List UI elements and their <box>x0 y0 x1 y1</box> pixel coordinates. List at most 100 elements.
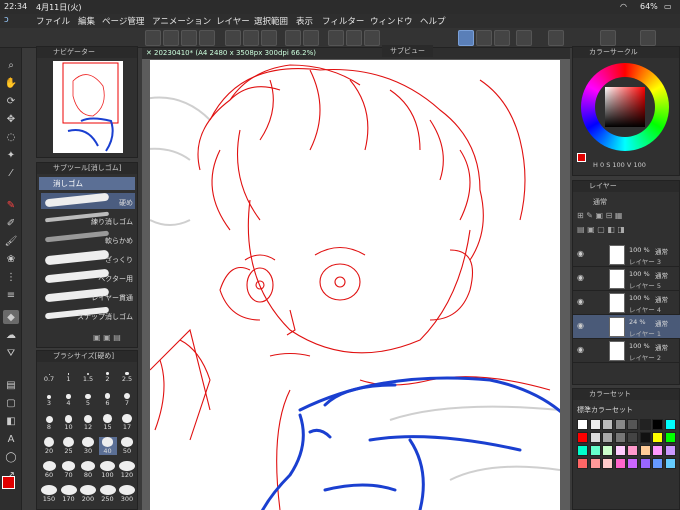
eye-icon[interactable]: ◉ <box>577 321 584 330</box>
undo-icon[interactable] <box>285 30 301 46</box>
brush-size-option[interactable]: 80 <box>79 461 97 479</box>
color-swatch[interactable] <box>577 445 588 456</box>
import-icon[interactable] <box>243 30 259 46</box>
menu-page[interactable]: ページ管理 <box>102 15 144 27</box>
color-swatch[interactable] <box>627 458 638 469</box>
gradient-tool-icon[interactable]: ▤ <box>3 378 19 392</box>
color-swatch[interactable] <box>614 458 626 469</box>
eye-icon[interactable]: ◉ <box>577 297 584 306</box>
color-swatch[interactable] <box>639 419 651 430</box>
brush-size-option[interactable]: 12 <box>79 413 97 431</box>
device-icon[interactable] <box>516 30 532 46</box>
layer-row[interactable]: ◉ 100 % 通常 レイヤー 4 <box>573 291 680 315</box>
brush-size-option[interactable]: 8 <box>40 413 58 431</box>
main-color-swatch[interactable] <box>2 476 15 489</box>
layer-row[interactable]: ◉ 100 % 通常 レイヤー 2 <box>573 339 680 363</box>
pencil-tool-icon[interactable]: ✐ <box>3 216 19 230</box>
saturation-value-square[interactable] <box>605 87 645 127</box>
decoration-tool-icon[interactable]: ❀ <box>3 252 19 266</box>
brush-size-option[interactable]: 10 <box>60 413 78 431</box>
brush-size-option[interactable]: 7 <box>118 389 136 407</box>
layer-actions-icon[interactable]: ▤ ▣ ▢ ◧ ◨ <box>577 225 625 234</box>
eye-icon[interactable]: ◉ <box>577 249 584 258</box>
color-swatch[interactable] <box>589 432 601 443</box>
color-swatch[interactable] <box>627 445 638 456</box>
menu-edit[interactable]: 編集 <box>78 15 95 27</box>
color-swatch[interactable] <box>614 432 626 443</box>
subview-tab[interactable]: サブビュー <box>382 45 433 57</box>
color-swatch[interactable] <box>602 432 613 443</box>
hand-tool-icon[interactable]: ✋ <box>3 76 19 90</box>
export-icon[interactable] <box>225 30 241 46</box>
lasso-tool-icon[interactable]: ◌ <box>3 130 19 144</box>
color-swatch[interactable] <box>639 445 651 456</box>
new-file-icon[interactable] <box>163 30 179 46</box>
brush-size-option[interactable]: 4 <box>60 389 78 407</box>
brush-size-option[interactable]: 30 <box>79 437 97 455</box>
color-swatch[interactable] <box>614 445 626 456</box>
brush-size-option[interactable]: 200 <box>79 485 97 503</box>
color-swatch[interactable] <box>602 458 613 469</box>
brush-size-option[interactable]: 1 <box>60 365 78 383</box>
menu-view[interactable]: 表示 <box>296 15 313 27</box>
color-swatch[interactable] <box>639 432 651 443</box>
airbrush-tool-icon[interactable]: ⋮ <box>3 270 19 284</box>
color-swatch[interactable] <box>577 458 588 469</box>
brush-size-option[interactable]: 2.5 <box>118 365 136 383</box>
color-swatch[interactable] <box>614 419 626 430</box>
subtool-item-through-layer[interactable]: レイヤー貫通 <box>41 287 135 304</box>
menu-help[interactable]: ヘルプ <box>420 15 446 27</box>
open-file-icon[interactable] <box>181 30 197 46</box>
brush-size-option[interactable]: 2 <box>99 365 117 383</box>
color-swatch[interactable] <box>589 458 601 469</box>
color-swatch[interactable] <box>664 445 676 456</box>
figure-tool-icon[interactable]: ▢ <box>3 396 19 410</box>
eye-icon[interactable]: ◉ <box>577 273 584 282</box>
panel-collapse-icon[interactable] <box>600 30 616 46</box>
brush-size-option[interactable]: 3 <box>40 389 58 407</box>
save-icon[interactable] <box>199 30 215 46</box>
brush-tool-icon[interactable]: 🖌 <box>3 234 19 248</box>
brush-size-option[interactable]: 6 <box>99 389 117 407</box>
share-icon[interactable] <box>261 30 277 46</box>
menu-window[interactable]: ウィンドウ <box>370 15 413 27</box>
subtool-item-kneaded[interactable]: 練り消しゴム <box>41 211 135 228</box>
magic-wand-icon[interactable]: ✦ <box>3 148 19 162</box>
color-swatch[interactable] <box>627 419 638 430</box>
eraser-tool-icon[interactable]: ◆ <box>3 310 19 324</box>
color-swatch[interactable] <box>652 419 663 430</box>
zoom-tool-icon[interactable]: ⌕ <box>3 58 19 72</box>
subtool-item-hard[interactable]: 硬め <box>41 192 135 209</box>
pattern-tool-icon[interactable]: ≡ <box>3 288 19 302</box>
ruler-icon[interactable] <box>476 30 492 46</box>
text-tool-icon[interactable]: A <box>3 432 19 446</box>
subtool-item-soft[interactable]: 軟らかめ <box>41 230 135 247</box>
hamburger-icon[interactable] <box>145 30 161 46</box>
grid-icon[interactable] <box>494 30 510 46</box>
color-swatch[interactable] <box>652 458 663 469</box>
brush-size-option[interactable]: 20 <box>40 437 58 455</box>
subtool-group-eraser[interactable]: 消しゴム <box>39 177 135 190</box>
brush-size-option[interactable]: 150 <box>40 485 58 503</box>
redo-icon[interactable] <box>303 30 319 46</box>
color-swatch[interactable] <box>577 432 588 443</box>
hue-ring[interactable] <box>581 63 669 151</box>
main-color-chip[interactable] <box>577 153 586 162</box>
color-swatch[interactable] <box>589 445 601 456</box>
color-swatch[interactable] <box>652 445 663 456</box>
brush-size-option[interactable]: 25 <box>60 437 78 455</box>
brush-size-option[interactable]: 300 <box>118 485 136 503</box>
menu-file[interactable]: ファイル <box>36 15 70 27</box>
transform-icon[interactable] <box>346 30 362 46</box>
collapse-chevron-icon[interactable] <box>548 30 564 46</box>
move-tool-icon[interactable]: ✥ <box>3 112 19 126</box>
subtool-item-snap[interactable]: スナップ消しゴム <box>41 306 135 323</box>
color-swatch[interactable] <box>664 432 676 443</box>
brush-size-option[interactable]: 1.5 <box>79 365 97 383</box>
color-swatch[interactable] <box>639 458 651 469</box>
deselect-icon[interactable] <box>364 30 380 46</box>
clear-icon[interactable] <box>328 30 344 46</box>
brush-size-option[interactable]: 5 <box>79 389 97 407</box>
document-tab[interactable]: ✕ 20230410* (A4 2480 x 3508px 300dpi 66.… <box>142 45 570 59</box>
pen-tool-icon[interactable]: ✎ <box>3 198 19 212</box>
